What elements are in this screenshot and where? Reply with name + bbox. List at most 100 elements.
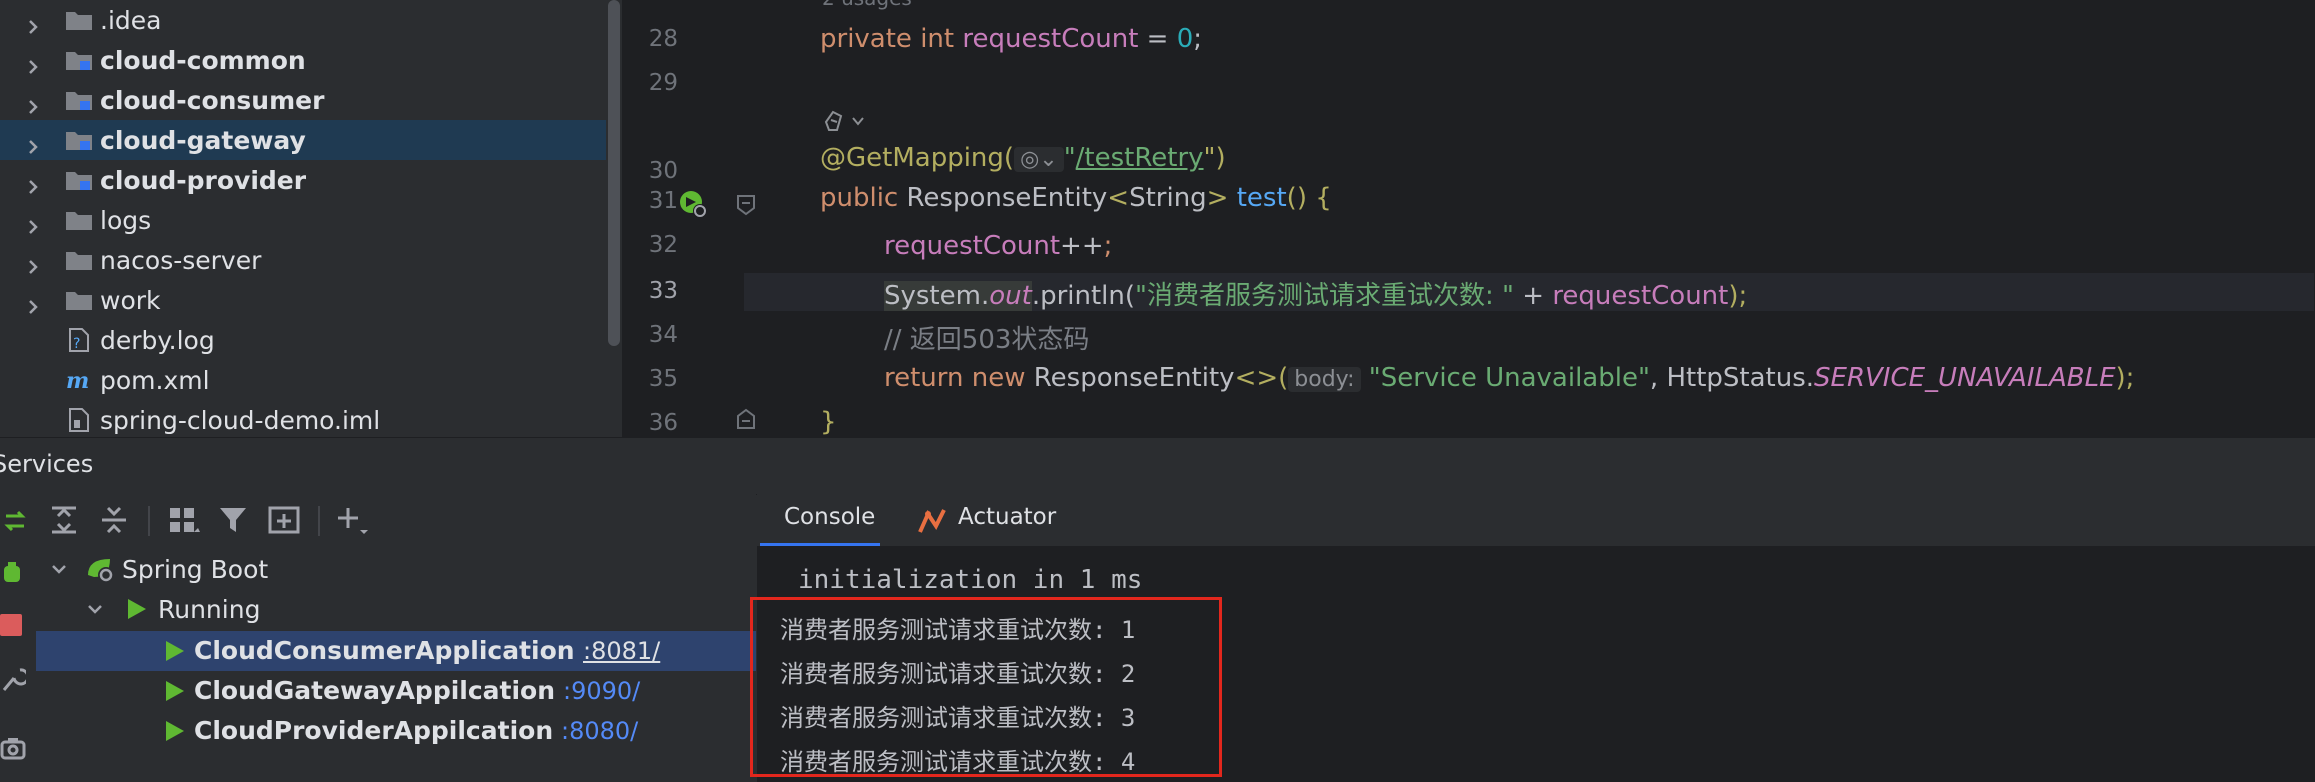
group-by-icon[interactable] [166,502,202,538]
project-item--idea[interactable]: .idea [0,0,606,40]
app-port-link[interactable]: :8081/ [583,637,660,665]
chevron-right-icon[interactable] [25,12,41,34]
project-item-cloud-gateway[interactable]: cloud-gateway [0,120,606,160]
chevron-right-icon[interactable] [25,92,41,114]
running-label[interactable]: Running [158,595,260,624]
camera-icon[interactable] [0,736,26,760]
fold-start-icon[interactable] [736,194,756,216]
wrench-icon[interactable] [0,664,30,694]
project-item-pom-xml[interactable]: m pom.xml [0,360,606,400]
new-tab-icon[interactable] [266,502,302,538]
app-port-link[interactable]: :8080/ [561,717,638,745]
line-number[interactable]: 29 [628,70,678,96]
line-number[interactable]: 36 [628,410,678,436]
project-item-label: logs [100,205,152,235]
dot: . [980,281,990,311]
method-println: println( [1040,281,1136,311]
folder-icon [64,248,94,272]
actuator-icon [918,506,948,536]
code-line-33: System.out.println("消费者服务测试请求重试次数: " + r… [884,275,1747,312]
project-scrollbar[interactable] [608,0,620,346]
iml-file-icon [64,408,94,432]
app-port-link[interactable]: :9090/ [563,677,640,705]
code-line-35: return new ResponseEntity<>(body: "Servi… [884,363,2134,393]
diamond: <>( [1234,363,1289,393]
endpoint-url-link[interactable]: /testRetry [1076,143,1204,173]
project-item-label: pom.xml [100,365,210,395]
tab-actuator[interactable]: Actuator [958,504,1056,530]
semicolon: ; [1193,24,1203,54]
project-item-work[interactable]: work [0,280,606,320]
project-item-cloud-common[interactable]: cloud-common [0,40,606,80]
project-item-logs[interactable]: logs [0,200,606,240]
op-plus: + [1513,281,1553,311]
chevron-right-icon[interactable] [25,292,41,314]
comment: // 返回503状态码 [884,325,1090,355]
kw-int: int [920,24,955,54]
project-item-label: spring-cloud-demo.iml [100,405,381,435]
line-number[interactable]: 33 [628,278,678,304]
class-httpstatus: HttpStatus [1666,363,1806,393]
toolbar-separator [318,506,320,536]
dot: . [1031,281,1041,311]
line-number[interactable]: 28 [628,26,678,52]
chevron-right-icon[interactable] [25,252,41,274]
project-item-label: cloud-gateway [100,125,306,155]
kw-public: public [820,183,899,213]
project-item-label: nacos-server [100,245,262,275]
project-item-cloud-provider[interactable]: cloud-provider [0,160,606,200]
chevron-right-icon[interactable] [25,212,41,234]
chevron-right-icon[interactable] [25,172,41,194]
line-number[interactable]: 34 [628,322,678,348]
semicolon: ; [1103,231,1113,261]
project-item-spring-cloud-demo-iml[interactable]: spring-cloud-demo.iml [0,400,606,440]
usages-hint[interactable]: 2 usages [822,0,912,10]
project-item-derby-log[interactable]: ? derby.log [0,320,606,360]
project-item-label: cloud-common [100,45,306,75]
filter-icon[interactable] [216,502,252,538]
param-hint-body: body: [1288,367,1361,392]
collapse-all-icon[interactable] [96,502,132,538]
field-requestCount: requestCount [884,231,1061,261]
call-close: ); [1728,281,1748,311]
class-system: System [884,281,981,311]
debug-icon[interactable] [0,560,26,586]
line-number[interactable]: 35 [628,366,678,392]
generic-open: < [1107,183,1130,213]
op-increment: ++ [1060,231,1104,261]
folder-icon [64,208,94,232]
spring-boot-label[interactable]: Spring Boot [122,555,268,584]
type-responseentity: ResponseEntity [906,183,1108,213]
chevron-right-icon[interactable] [25,132,41,154]
num-0: 0 [1176,24,1194,54]
rerun-icon[interactable] [2,508,28,534]
field-requestCount: requestCount [962,24,1139,54]
code-line-30: @GetMapping(◎⌄ "/testRetry") [820,143,1226,173]
project-item-label: derby.log [100,325,215,355]
project-item-label: cloud-consumer [100,85,325,115]
stop-icon[interactable] [0,614,22,636]
code-line-36: } [820,407,837,437]
ai-codelens-icon[interactable] [823,108,871,136]
line-number[interactable]: 32 [628,232,678,258]
line-number[interactable]: 31 [628,188,678,214]
service-app-row[interactable]: CloudGatewayAppilcation:9090/ [36,671,756,711]
project-item-cloud-consumer[interactable]: cloud-consumer [0,80,606,120]
line-number[interactable]: 30 [628,158,678,184]
run-icon [126,597,148,621]
globe-icon[interactable]: ◎⌄ [1014,147,1064,172]
service-app-row[interactable]: CloudProviderAppilcation:8080/ [36,711,756,751]
service-app-row[interactable]: CloudConsumerApplication:8081/ [36,631,756,671]
project-item-nacos-server[interactable]: nacos-server [0,240,606,280]
code-line-28: private int requestCount = 0; [820,24,1202,54]
chevron-right-icon[interactable] [25,52,41,74]
run-endpoint-icon[interactable] [678,189,708,219]
run-icon [164,679,186,703]
add-service-icon[interactable] [334,502,370,538]
chevron-down-icon[interactable] [50,560,68,578]
tab-console[interactable]: Console [784,504,875,530]
fold-end-icon[interactable] [736,408,756,430]
module-folder-icon [64,88,94,112]
expand-all-icon[interactable] [46,502,82,538]
chevron-down-icon[interactable] [86,600,104,618]
